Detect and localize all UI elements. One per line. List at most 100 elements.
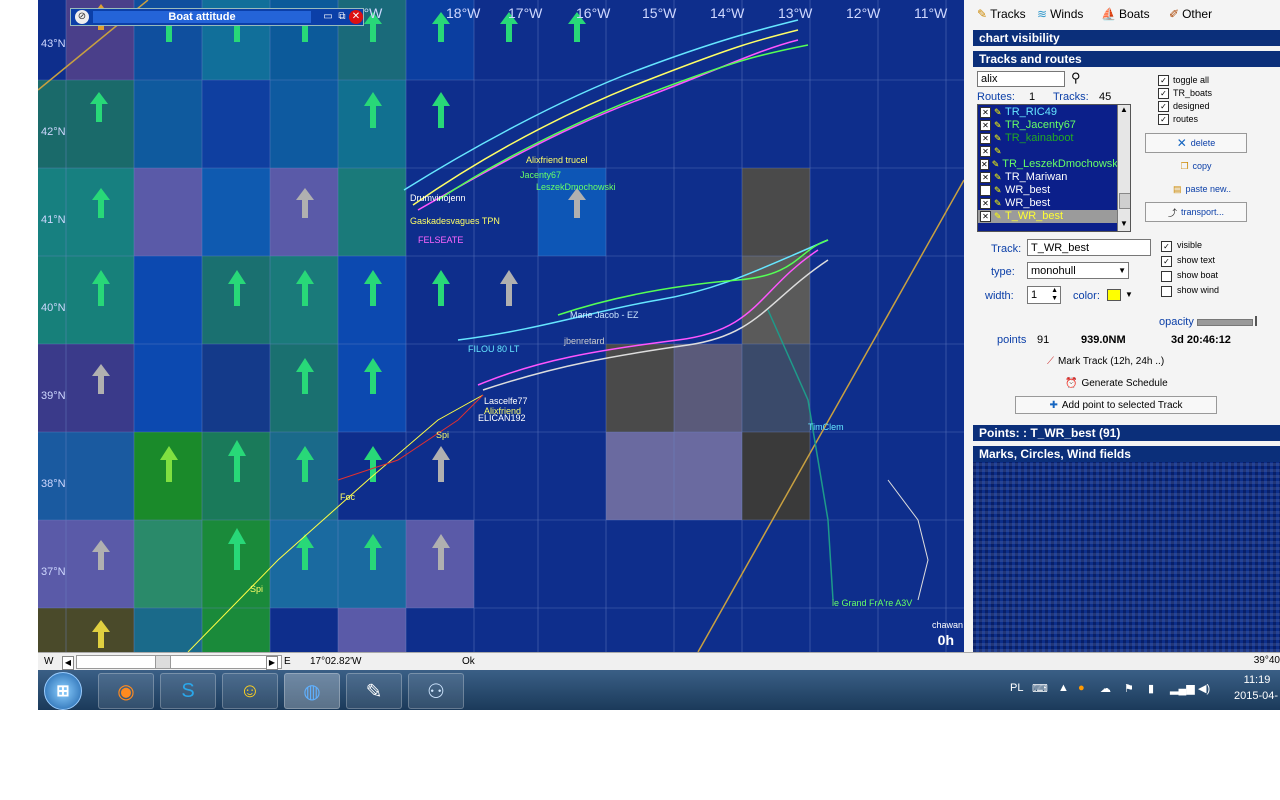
close-icon[interactable]: ✕ bbox=[980, 172, 991, 183]
boat-label[interactable]: Lascelfe77 bbox=[484, 396, 528, 406]
show-boat-checkbox[interactable] bbox=[1161, 271, 1172, 282]
width-stepper[interactable]: 1 ▲ ▼ bbox=[1027, 286, 1061, 304]
boat-attitude-window[interactable]: ⊘ Boat attitude ▭ ⧉ ✕ bbox=[70, 8, 364, 26]
pencil-icon[interactable]: ✎ bbox=[994, 132, 1002, 145]
visible-checkbox[interactable]: ✓ bbox=[1161, 241, 1172, 252]
weather-icon[interactable]: ☁ bbox=[1100, 682, 1111, 695]
close-icon[interactable]: ✕ bbox=[980, 159, 989, 170]
close-icon[interactable] bbox=[980, 185, 991, 196]
show-text-checkbox[interactable]: ✓ bbox=[1161, 256, 1172, 267]
close-icon[interactable]: ✕ bbox=[980, 120, 991, 131]
chevron-down-icon[interactable]: ▼ bbox=[1125, 290, 1133, 299]
boat-label[interactable]: Alixfriend trucel bbox=[526, 155, 588, 165]
scroll-left-icon[interactable]: ◀ bbox=[62, 656, 74, 670]
close-icon[interactable]: ✕ bbox=[980, 146, 991, 157]
mark-track-button[interactable]: ⟋ Mark Track (12h, 24h ..) bbox=[1047, 353, 1164, 369]
toggle-all-checkbox[interactable]: ✓ bbox=[1158, 75, 1169, 86]
tab-boats[interactable]: ⛵ Boats bbox=[1101, 4, 1150, 24]
boat-label[interactable]: Drumvinojenn bbox=[410, 193, 466, 203]
binoculars-icon[interactable]: ⚲ bbox=[1071, 70, 1081, 86]
list-item[interactable]: ✕ ✎ TR_RIC49 bbox=[978, 106, 1118, 119]
scroll-right-icon[interactable]: ▶ bbox=[266, 656, 278, 670]
keyboard-icon[interactable]: ⌨ bbox=[1032, 682, 1048, 695]
pencil-icon[interactable]: ✎ bbox=[994, 197, 1002, 210]
language-indicator[interactable]: PL bbox=[1010, 682, 1023, 694]
boat-label[interactable]: Marie Jacob - EZ bbox=[570, 310, 639, 320]
scroll-down-icon[interactable]: ▼ bbox=[1120, 219, 1128, 228]
pencil-icon[interactable]: ✎ bbox=[994, 210, 1002, 223]
track-search-input[interactable]: alix bbox=[977, 71, 1065, 87]
close-icon[interactable]: ✕ bbox=[980, 107, 991, 118]
close-icon[interactable]: ✕ bbox=[980, 133, 991, 144]
disable-icon[interactable]: ⊘ bbox=[75, 10, 89, 24]
delete-button[interactable]: ✕ delete bbox=[1145, 133, 1247, 153]
network-signal-icon[interactable]: ▂▄▆ bbox=[1170, 682, 1195, 695]
map-canvas[interactable] bbox=[38, 0, 964, 652]
pencil-icon[interactable]: ✎ bbox=[994, 184, 1002, 197]
taskbar-app-skype[interactable]: S bbox=[160, 673, 216, 709]
boat-label[interactable]: Gaskadesvagues TPN bbox=[410, 216, 500, 226]
show-hidden-icons-icon[interactable]: ▲ bbox=[1058, 682, 1069, 694]
restore-icon[interactable]: ⧉ bbox=[335, 10, 349, 24]
pencil-icon[interactable]: ✎ bbox=[994, 145, 1002, 158]
list-item[interactable]: ✕ ✎ WR_best bbox=[978, 197, 1118, 210]
taskbar-app-sun[interactable]: ☺ bbox=[222, 673, 278, 709]
boat-label[interactable]: TimClem bbox=[808, 422, 844, 432]
points-header[interactable]: Points: : T_WR_best (91) bbox=[973, 425, 1280, 441]
routes-checkbox[interactable]: ✓ bbox=[1158, 114, 1169, 125]
volume-icon[interactable]: ◀) bbox=[1198, 682, 1210, 695]
longitude-scrollbar[interactable] bbox=[76, 655, 282, 669]
clock-time[interactable]: 11:19 bbox=[1234, 674, 1280, 686]
generate-schedule-button[interactable]: ⏰ Generate Schedule bbox=[1065, 375, 1168, 391]
tracks-routes-header[interactable]: Tracks and routes bbox=[973, 51, 1280, 67]
list-item-selected[interactable]: ✕ ✎ T_WR_best bbox=[978, 210, 1118, 223]
routes-list[interactable]: ✕ ✎ TR_RIC49 ✕ ✎ TR_Jacenty67 ✕ ✎ TR_kainaboot… bbox=[977, 104, 1131, 232]
close-icon[interactable]: ✕ bbox=[980, 198, 991, 209]
taskbar-app-paint[interactable]: ✎ bbox=[346, 673, 402, 709]
tray-app-icon[interactable]: ● bbox=[1078, 682, 1085, 694]
taskbar-app-network[interactable]: ⚇ bbox=[408, 673, 464, 709]
scrollbar-thumb[interactable] bbox=[1119, 193, 1130, 209]
paste-new-button[interactable]: ▤ paste new.. bbox=[1151, 179, 1253, 199]
tab-other[interactable]: ✐ Other bbox=[1169, 4, 1212, 24]
boat-label[interactable]: Jacenty67 bbox=[520, 170, 561, 180]
boat-label[interactable]: le Grand FrA're A3V bbox=[832, 598, 912, 608]
boat-label[interactable]: FILOU 80 LT bbox=[468, 344, 519, 354]
close-icon[interactable]: ✕ bbox=[980, 211, 991, 222]
pencil-icon[interactable]: ✎ bbox=[994, 171, 1002, 184]
list-item[interactable]: ✕ ✎ TR_Mariwan bbox=[978, 171, 1118, 184]
pencil-icon[interactable]: ✎ bbox=[994, 106, 1002, 119]
show-wind-checkbox[interactable] bbox=[1161, 286, 1172, 297]
taskbar-app-globe[interactable]: ◍ bbox=[284, 673, 340, 709]
copy-button[interactable]: ❐ copy bbox=[1145, 156, 1247, 176]
chart-map[interactable]: 19°W 18°W 17°W 16°W 15°W 14°W 13°W 12°W … bbox=[38, 0, 964, 652]
tab-tracks[interactable]: ✎ Tracks bbox=[977, 4, 1026, 24]
list-item[interactable]: ✕ ✎ TR_kainaboot bbox=[978, 132, 1118, 145]
tab-winds[interactable]: ≋ Winds bbox=[1037, 4, 1083, 24]
list-item[interactable]: ✎ WR_best bbox=[978, 184, 1118, 197]
list-item[interactable]: ✕ ✎ TR_LeszekDmochowski bbox=[978, 158, 1120, 171]
boat-label[interactable]: jbenretard bbox=[564, 336, 605, 346]
action-center-flag-icon[interactable]: ⚑ bbox=[1124, 682, 1134, 695]
boat-label[interactable]: FELSEATE bbox=[418, 235, 463, 245]
opacity-handle[interactable] bbox=[1255, 316, 1257, 326]
boat-label[interactable]: LeszekDmochowski bbox=[536, 182, 616, 192]
pencil-icon[interactable]: ✎ bbox=[992, 158, 1000, 171]
scroll-up-icon[interactable]: ▲ bbox=[1120, 105, 1128, 114]
list-item[interactable]: ✕ ✎ TR_Jacenty67 bbox=[978, 119, 1118, 132]
add-point-button[interactable]: ✚ Add point to selected Track bbox=[1015, 396, 1217, 414]
scrollbar-thumb[interactable] bbox=[155, 656, 171, 668]
boat-label[interactable]: chawan bbox=[932, 620, 963, 630]
boat-label[interactable]: ELICAN192 bbox=[478, 413, 526, 423]
stepper-arrows-icon[interactable]: ▲ ▼ bbox=[1051, 287, 1058, 303]
minimize-icon[interactable]: ▭ bbox=[321, 10, 335, 24]
list-scrollbar[interactable]: ▲ ▼ bbox=[1117, 105, 1130, 231]
close-icon[interactable]: ✕ bbox=[349, 10, 363, 24]
taskbar-app-firefox[interactable]: ◉ bbox=[98, 673, 154, 709]
track-name-input[interactable]: T_WR_best bbox=[1027, 239, 1151, 256]
opacity-slider[interactable] bbox=[1197, 319, 1253, 326]
color-swatch[interactable] bbox=[1107, 289, 1121, 301]
type-select[interactable]: monohull ▼ bbox=[1027, 262, 1129, 279]
transport-button[interactable]: ⤴ transport... bbox=[1145, 202, 1247, 222]
battery-icon[interactable]: ▮ bbox=[1148, 682, 1154, 695]
